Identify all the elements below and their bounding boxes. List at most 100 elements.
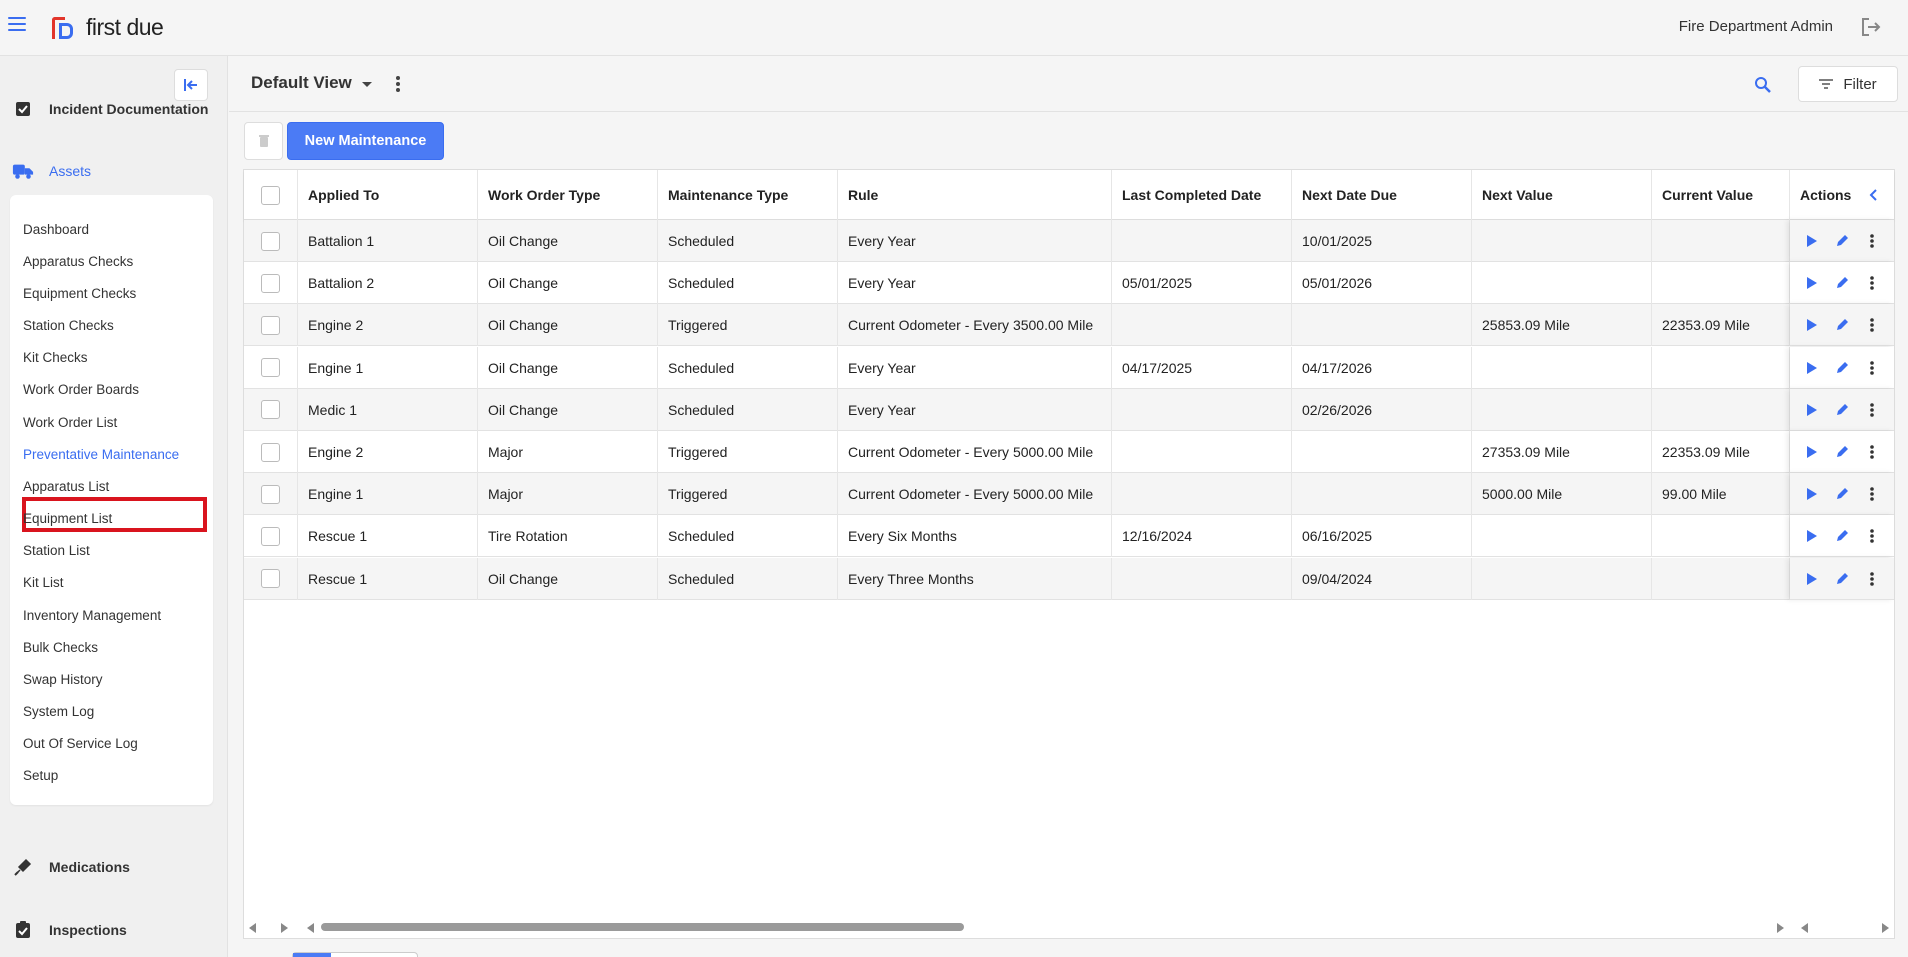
scroll-thumb[interactable] [321, 923, 964, 931]
scroll-right-icon[interactable] [281, 923, 288, 933]
collapse-sidebar-button[interactable] [174, 69, 208, 101]
sidebar-item-swap-history[interactable]: Swap History [23, 672, 103, 687]
play-icon[interactable] [1803, 232, 1820, 250]
view-options-icon[interactable] [393, 74, 403, 94]
row-checkbox[interactable] [261, 569, 280, 589]
scroll-right-icon[interactable] [1777, 923, 1784, 933]
col-next-date-due[interactable]: Next Date Due [1292, 170, 1472, 220]
sidebar-item-system-log[interactable]: System Log [23, 704, 94, 719]
sidebar-item-kit-checks[interactable]: Kit Checks [23, 350, 88, 365]
col-applied-to[interactable]: Applied To [298, 170, 478, 220]
more-options-icon[interactable] [1864, 316, 1881, 334]
row-checkbox[interactable] [261, 442, 280, 462]
filter-button[interactable]: Filter [1798, 66, 1898, 102]
row-checkbox[interactable] [261, 358, 280, 378]
table-row[interactable]: Rescue 1 Oil Change Scheduled Every Three M… [244, 557, 1894, 600]
table-row[interactable]: Battalion 1 Oil Change Scheduled Every Year… [244, 220, 1894, 262]
edit-icon[interactable] [1833, 443, 1850, 461]
sidebar-item-dashboard[interactable]: Dashboard [23, 222, 89, 237]
row-checkbox[interactable] [261, 526, 280, 546]
col-maintenance-type[interactable]: Maintenance Type [658, 170, 838, 220]
play-icon[interactable] [1803, 443, 1820, 461]
more-options-icon[interactable] [1864, 232, 1881, 250]
col-next-value[interactable]: Next Value [1472, 170, 1652, 220]
pagination[interactable] [292, 952, 418, 957]
sidebar-section-inspections[interactable]: Inspections [12, 921, 127, 939]
edit-icon[interactable] [1833, 527, 1850, 545]
table-row[interactable]: Medic 1 Oil Change Scheduled Every Year 02/2… [244, 388, 1894, 431]
user-name[interactable]: Fire Department Admin [1679, 18, 1833, 35]
chevron-left-icon[interactable] [1869, 189, 1878, 201]
sidebar-item-work-order-boards[interactable]: Work Order Boards [23, 382, 139, 397]
more-options-icon[interactable] [1864, 443, 1881, 461]
table-row[interactable]: Engine 2 Major Triggered Current Odometer -… [244, 431, 1894, 473]
edit-icon[interactable] [1833, 274, 1850, 292]
sidebar-item-station-list[interactable]: Station List [23, 543, 90, 558]
filter-icon [1819, 79, 1834, 89]
view-selector[interactable]: Default View [251, 73, 372, 93]
col-current-value[interactable]: Current Value [1652, 170, 1790, 220]
sidebar-item-equipment-list[interactable]: Equipment List [23, 511, 112, 526]
sidebar-section-medications[interactable]: Medications [12, 858, 130, 876]
col-work-order-type[interactable]: Work Order Type [478, 170, 658, 220]
table-row[interactable]: Engine 1 Oil Change Scheduled Every Year 04/… [244, 346, 1894, 389]
row-checkbox[interactable] [261, 484, 280, 504]
row-checkbox[interactable] [261, 400, 280, 420]
sidebar-item-out-of-service-log[interactable]: Out Of Service Log [23, 736, 138, 751]
sidebar-item-equipment-checks[interactable]: Equipment Checks [23, 286, 136, 301]
more-options-icon[interactable] [1864, 359, 1881, 377]
col-rule[interactable]: Rule [838, 170, 1112, 220]
sidebar-item-bulk-checks[interactable]: Bulk Checks [23, 640, 98, 655]
row-checkbox[interactable] [261, 231, 280, 251]
edit-icon[interactable] [1833, 359, 1850, 377]
sidebar-item-inventory-management[interactable]: Inventory Management [23, 608, 161, 623]
table-row[interactable]: Battalion 2 Oil Change Scheduled Every Year… [244, 262, 1894, 305]
select-all-checkbox[interactable] [261, 185, 280, 205]
play-icon[interactable] [1803, 485, 1820, 503]
sidebar-item-work-order-list[interactable]: Work Order List [23, 415, 117, 430]
menu-icon[interactable] [8, 17, 26, 31]
edit-icon[interactable] [1833, 316, 1850, 334]
row-checkbox[interactable] [261, 273, 280, 293]
play-icon[interactable] [1803, 527, 1820, 545]
sidebar-section-incident-documentation[interactable]: Incident Documentation [12, 100, 208, 118]
edit-icon[interactable] [1833, 232, 1850, 250]
play-icon[interactable] [1803, 570, 1820, 588]
scroll-left-icon[interactable] [1801, 923, 1808, 933]
scroll-right-icon[interactable] [1882, 923, 1889, 933]
sidebar-item-setup[interactable]: Setup [23, 768, 58, 783]
play-icon[interactable] [1803, 274, 1820, 292]
play-icon[interactable] [1803, 401, 1820, 419]
more-options-icon[interactable] [1864, 570, 1881, 588]
scroll-left-icon[interactable] [249, 923, 256, 933]
play-icon[interactable] [1803, 316, 1820, 334]
table-row[interactable]: Engine 2 Oil Change Triggered Current Odome… [244, 304, 1894, 347]
horizontal-scrollbar[interactable] [244, 916, 1894, 938]
play-icon[interactable] [1803, 359, 1820, 377]
col-last-completed-date[interactable]: Last Completed Date [1112, 170, 1292, 220]
delete-button[interactable] [244, 122, 283, 160]
scroll-left-icon[interactable] [307, 923, 314, 933]
logout-icon[interactable] [1860, 17, 1882, 37]
sidebar-item-preventative-maintenance[interactable]: Preventative Maintenance [23, 447, 179, 462]
current-page[interactable] [293, 953, 331, 957]
more-options-icon[interactable] [1864, 527, 1881, 545]
cell-current-value [1652, 346, 1790, 389]
sidebar-item-station-checks[interactable]: Station Checks [23, 318, 114, 333]
logo[interactable]: first due [52, 14, 164, 41]
edit-icon[interactable] [1833, 401, 1850, 419]
more-options-icon[interactable] [1864, 485, 1881, 503]
sidebar-item-apparatus-list[interactable]: Apparatus List [23, 479, 109, 494]
more-options-icon[interactable] [1864, 274, 1881, 292]
search-icon[interactable] [1754, 76, 1772, 94]
table-row[interactable]: Engine 1 Major Triggered Current Odometer -… [244, 473, 1894, 516]
sidebar-item-apparatus-checks[interactable]: Apparatus Checks [23, 254, 133, 269]
sidebar-item-kit-list[interactable]: Kit List [23, 575, 64, 590]
sidebar-section-assets[interactable]: Assets [12, 162, 91, 180]
edit-icon[interactable] [1833, 485, 1850, 503]
table-row[interactable]: Rescue 1 Tire Rotation Scheduled Every Six … [244, 515, 1894, 558]
new-maintenance-button[interactable]: New Maintenance [287, 122, 444, 160]
edit-icon[interactable] [1833, 570, 1850, 588]
more-options-icon[interactable] [1864, 401, 1881, 419]
row-checkbox[interactable] [261, 315, 280, 335]
